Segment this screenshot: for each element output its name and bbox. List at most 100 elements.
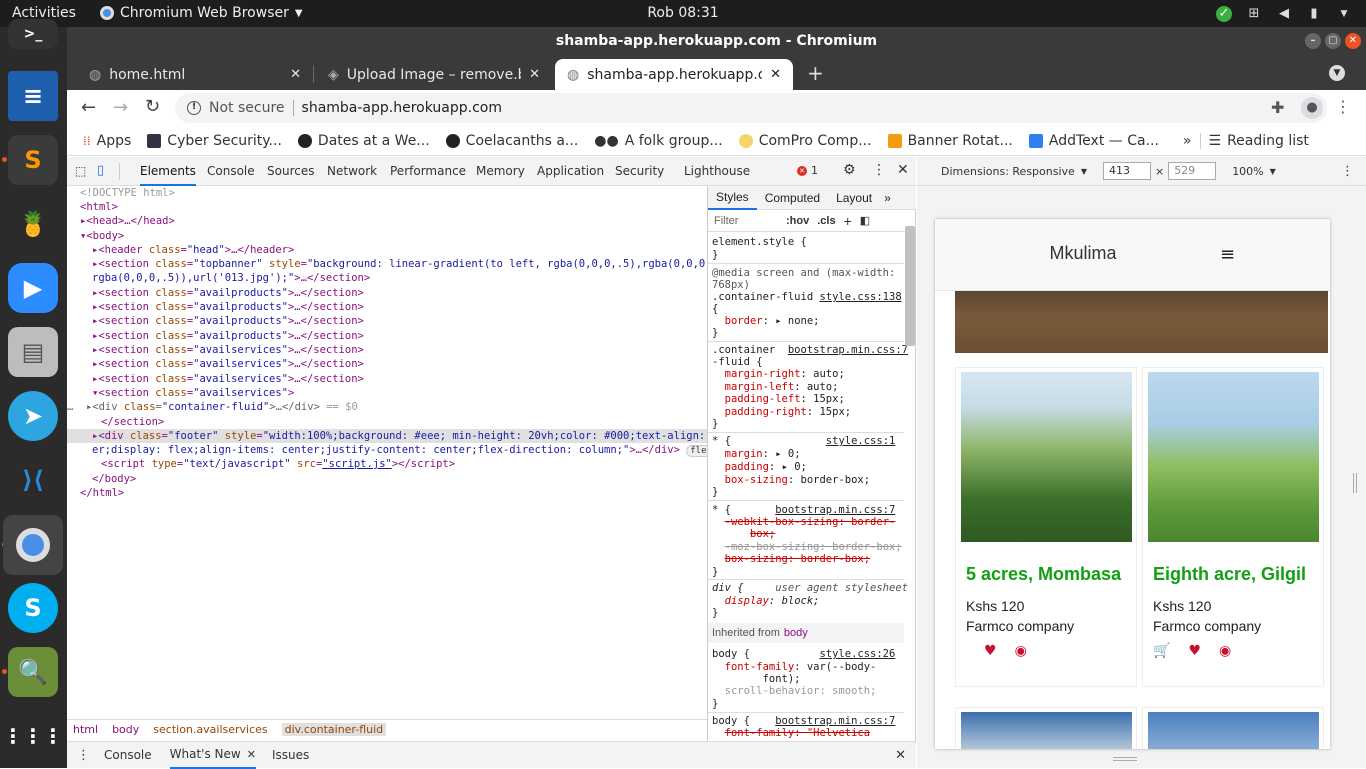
dom-line[interactable]: </section> — [101, 415, 164, 429]
heart-icon[interactable]: ♥ — [1188, 643, 1201, 659]
dom-line[interactable]: ▸<section class="availproducts">…</secti… — [92, 314, 364, 328]
dom-line[interactable]: ▸<head>…</head> — [80, 214, 175, 228]
style-line[interactable]: scroll-behavior: smooth; — [712, 685, 877, 698]
dom-line[interactable]: </html> — [80, 486, 124, 500]
profile-icon[interactable]: ● — [1301, 97, 1323, 119]
dom-line[interactable]: … ▸<div class="container-fluid">…</div> … — [67, 400, 358, 414]
bookmarks-overflow[interactable]: » — [1175, 133, 1200, 149]
writer-icon[interactable]: ≡ — [8, 71, 58, 121]
tab-sources[interactable]: Sources — [267, 157, 314, 186]
eye-icon[interactable]: ◉ — [1219, 643, 1231, 659]
new-rule-icon[interactable]: + — [844, 213, 852, 229]
style-line[interactable]: border: ▸ none; — [712, 315, 820, 328]
resize-handle-bottom[interactable] — [1113, 757, 1137, 761]
gear-icon[interactable]: ⚙ — [843, 162, 856, 178]
tab-network[interactable]: Network — [327, 157, 377, 186]
dom-line[interactable]: ▸<section class="availservices">…</secti… — [92, 357, 364, 371]
height-input[interactable]: 529 — [1168, 162, 1217, 180]
new-tab-icon[interactable]: + — [807, 61, 824, 85]
sidebar-toggle-icon[interactable]: ◧ — [860, 214, 870, 227]
site-brand[interactable]: Mkulima — [935, 243, 1231, 264]
zoom-select[interactable]: 100% ▼ — [1232, 165, 1276, 178]
product-card[interactable]: 5 acres, Mombasa Kshs 120 Farmco company… — [955, 367, 1137, 687]
style-line[interactable]: box-sizing: border-box; — [712, 474, 870, 487]
menu-icon[interactable]: ⋮ — [1335, 97, 1351, 116]
address-bar[interactable]: ! Not secure shamba-app.herokuapp.com ☆ — [175, 93, 1327, 123]
reload-icon[interactable]: ↻ — [145, 96, 160, 117]
telegram-icon[interactable]: ➤ — [8, 391, 58, 441]
style-line[interactable]: padding-left: 15px; — [712, 393, 845, 406]
crumb-section[interactable]: section.availservices — [153, 723, 267, 736]
style-line[interactable]: box-sizing: border-box; — [712, 553, 870, 566]
close-icon[interactable]: ✕ — [897, 162, 909, 178]
close-icon[interactable]: ✕ — [895, 748, 906, 763]
dom-tree[interactable]: <!DOCTYPE html> <html> ▸<head>…</head> ▾… — [67, 186, 707, 716]
inspect-icon[interactable]: ⬚ — [75, 164, 86, 178]
bookmark-folk-group[interactable]: ●● A folk group... — [586, 133, 730, 149]
style-line[interactable]: margin-left: auto; — [712, 381, 839, 394]
bookmark-coelacanths[interactable]: Coelacanths a... — [438, 133, 587, 149]
dom-line[interactable]: ▾<section class="availservices"> — [92, 386, 294, 400]
tab-security[interactable]: Security — [615, 157, 664, 186]
dom-line[interactable]: ▸<section class="availservices">…</secti… — [92, 372, 364, 386]
forward-icon[interactable]: → — [113, 97, 128, 118]
card-title[interactable]: Eighth acre, Gilgil — [1153, 564, 1306, 585]
dom-line[interactable]: <html> — [80, 200, 118, 214]
product-card[interactable] — [1142, 707, 1324, 749]
app-menu[interactable]: Chromium Web Browser ▼ — [100, 5, 303, 21]
cls-toggle[interactable]: .cls — [817, 215, 835, 227]
url-text[interactable]: shamba-app.herokuapp.com — [302, 100, 502, 116]
tab-memory[interactable]: Memory — [476, 157, 525, 186]
dimensions-select[interactable]: Dimensions: Responsive ▼ — [941, 165, 1087, 178]
more-icon[interactable]: ⋮ — [1341, 164, 1354, 179]
update-check-icon[interactable]: ✓ — [1216, 5, 1232, 22]
reading-list-button[interactable]: ☰ Reading list — [1199, 132, 1317, 149]
tab-computed[interactable]: Computed — [757, 191, 828, 205]
dom-line[interactable]: ▸<div class="footer" style="width:100%;b… — [92, 429, 707, 443]
dom-line[interactable]: ▸<section class="availproducts">…</secti… — [92, 286, 364, 300]
style-line[interactable]: body { style.css:26 — [712, 648, 895, 661]
heart-icon[interactable]: ♥ — [984, 643, 997, 659]
dom-line[interactable]: ▸<section class="availproducts">…</secti… — [92, 329, 364, 343]
filter-input[interactable]: Filter — [714, 215, 782, 227]
sublime-icon[interactable]: S — [8, 135, 58, 185]
card-title[interactable]: 5 acres, Mombasa — [966, 564, 1121, 585]
scrollbar[interactable] — [905, 226, 915, 346]
info-icon[interactable]: ! — [187, 101, 201, 115]
device-toggle-icon[interactable]: ▯ — [97, 163, 104, 178]
dom-line[interactable]: rgba(0,0,0,.5)),url('013.jpg');">…</sect… — [92, 271, 370, 285]
dom-line[interactable]: ▾<body> — [80, 229, 124, 243]
dom-line[interactable]: ▸<section class="topbanner" style="backg… — [92, 257, 707, 271]
more-icon[interactable]: ⋮ — [872, 162, 886, 178]
crumb-html[interactable]: html — [73, 723, 98, 736]
close-icon[interactable]: ✕ — [1345, 33, 1361, 49]
style-line[interactable]: margin: ▸ 0; — [712, 448, 801, 461]
style-line[interactable]: margin-right: auto; — [712, 368, 845, 381]
style-line[interactable]: font-family: "Helvetica — [712, 727, 870, 740]
style-line[interactable]: -moz-box-sizing: border-box; — [712, 541, 902, 554]
style-line[interactable]: display: block; — [712, 595, 820, 608]
image-viewer-icon[interactable]: 🔍 — [8, 647, 58, 697]
chevron-down-icon[interactable]: ▼ — [1336, 6, 1352, 22]
tab-application[interactable]: Application — [537, 157, 604, 186]
style-line[interactable]: body { bootstrap.min.css:7 — [712, 715, 895, 728]
more-icon[interactable]: ⋮ — [77, 748, 90, 763]
tab-upload-image[interactable]: ◈ Upload Image – remove.bg ✕ — [316, 59, 552, 90]
dom-line[interactable]: ▸<section class="availservices">…</secti… — [92, 343, 364, 357]
dom-line[interactable]: er;display: flex;align-items: center;jus… — [92, 443, 707, 458]
drawer-tab-whats-new[interactable]: What's New ✕ — [169, 742, 256, 769]
style-line[interactable]: padding-right: 15px; — [712, 406, 851, 419]
drawer-tab-issues[interactable]: Issues — [272, 748, 309, 762]
style-line[interactable]: -webkit-box-sizing: border- — [712, 516, 896, 529]
tab-search-icon[interactable]: ▼ — [1329, 65, 1345, 81]
eye-icon[interactable]: ◉ — [1015, 643, 1027, 659]
product-card[interactable] — [955, 707, 1137, 749]
product-card[interactable]: Eighth acre, Gilgil Kshs 120 Farmco comp… — [1142, 367, 1324, 687]
bookmark-apps[interactable]: ⁞⁞ Apps — [75, 133, 139, 149]
bookmark-cyber-security[interactable]: Cyber Security... — [139, 133, 290, 149]
dom-line[interactable]: <!DOCTYPE html> — [80, 186, 175, 200]
zoom-icon[interactable]: ▶ — [8, 263, 58, 313]
system-tray[interactable]: ✓ ⊞ ◀ ▮ ▼ — [1216, 3, 1352, 24]
more-tabs-icon[interactable]: » — [880, 191, 895, 205]
width-input[interactable]: 413 — [1102, 162, 1151, 180]
